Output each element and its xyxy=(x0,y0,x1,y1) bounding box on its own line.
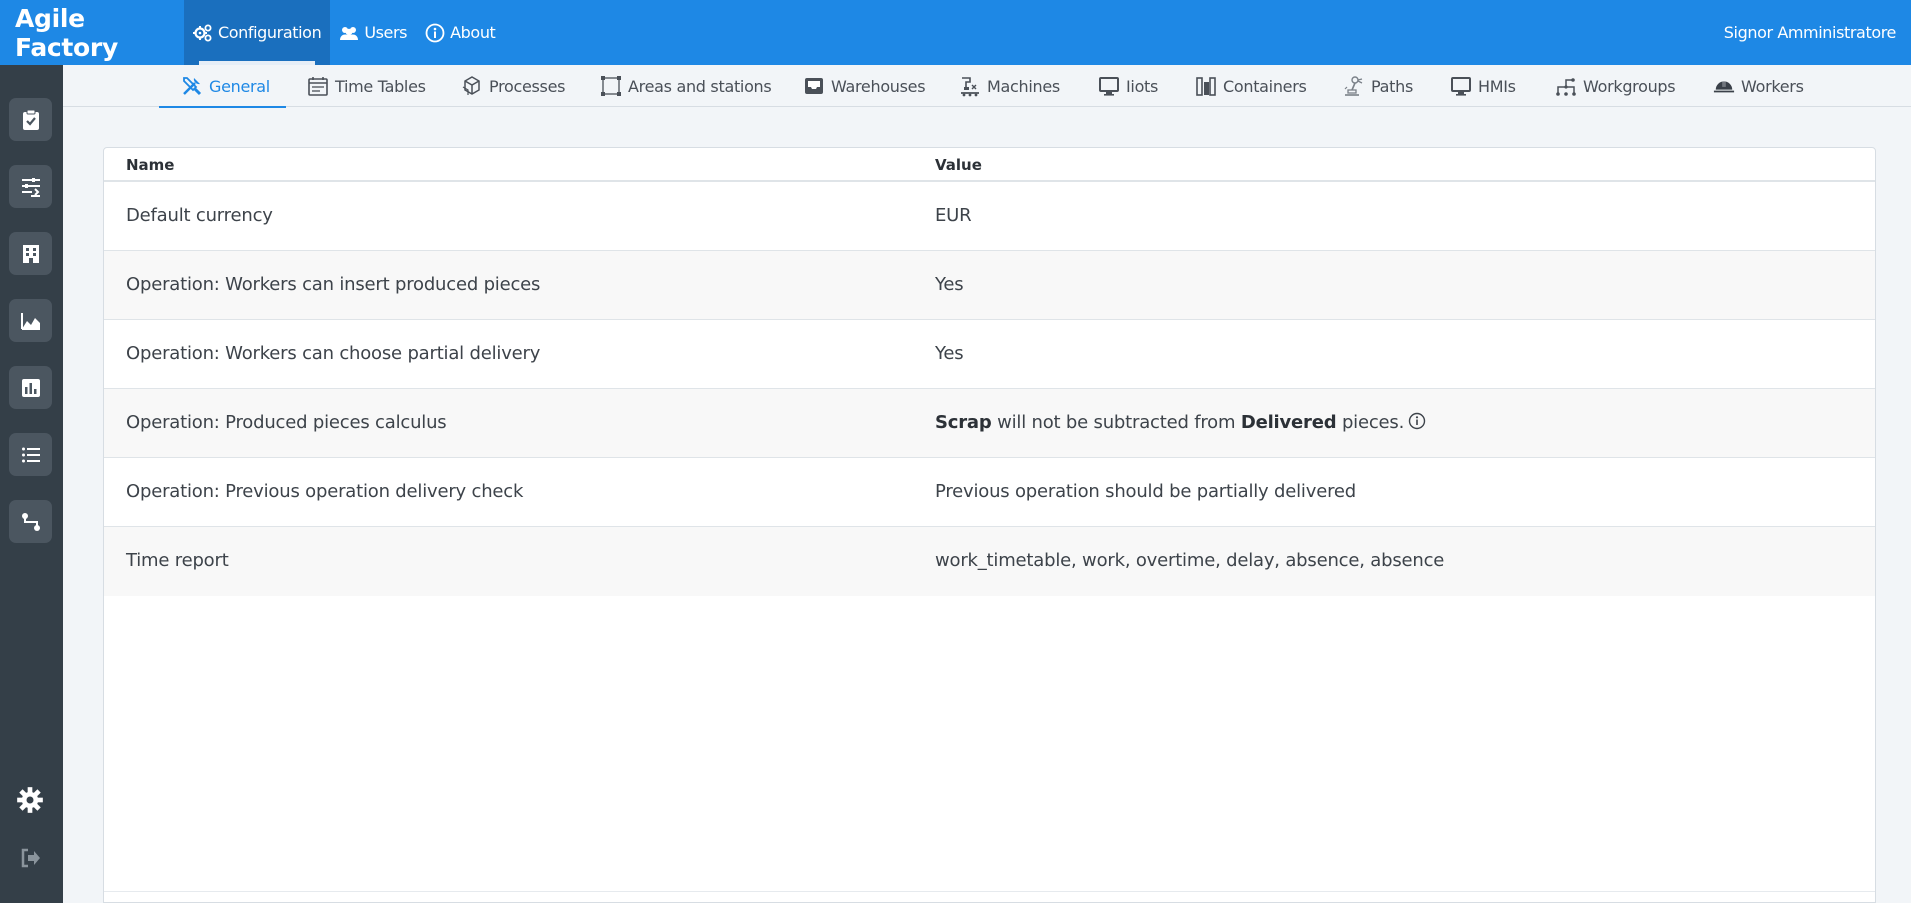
table-row[interactable]: Time report work_timetable, work, overti… xyxy=(104,527,1875,596)
tab-machines[interactable]: Machines xyxy=(959,65,1060,107)
sidebar-item-reports[interactable] xyxy=(9,366,52,409)
logout-icon xyxy=(21,848,40,868)
topnav-about-label: About xyxy=(450,23,496,42)
tab-general-label: General xyxy=(209,76,270,96)
tools-icon xyxy=(183,77,202,96)
row-value: Yes xyxy=(935,274,964,295)
tab-workers[interactable]: Workers xyxy=(1713,65,1804,107)
table-row[interactable]: Operation: Workers can insert produced p… xyxy=(104,251,1875,320)
sidebar-item-lists[interactable] xyxy=(9,433,52,476)
tab-paths-label: Paths xyxy=(1371,76,1413,96)
tab-warehouses-label: Warehouses xyxy=(831,76,926,96)
column-header-name[interactable]: Name xyxy=(126,156,174,174)
table-header: Name Value xyxy=(104,148,1875,182)
tab-time-tables-label: Time Tables xyxy=(335,76,426,96)
tab-areas-stations-label: Areas and stations xyxy=(628,76,772,96)
sidebar-settings[interactable] xyxy=(13,783,47,817)
tab-iiots-label: Iiots xyxy=(1126,76,1159,96)
top-bar: Agile Factory Configuration Users About … xyxy=(0,0,1911,65)
tab-iiots[interactable]: Iiots xyxy=(1098,65,1158,107)
tab-containers-label: Containers xyxy=(1223,76,1307,96)
route-icon xyxy=(21,512,40,531)
row-value: Yes xyxy=(935,343,964,364)
column-header-value[interactable]: Value xyxy=(935,156,982,174)
containers-icon xyxy=(1196,77,1216,96)
table-row[interactable]: Default currency EUR xyxy=(104,182,1875,251)
robot-arm-icon xyxy=(1344,76,1363,96)
row-name: Time report xyxy=(126,550,229,571)
tab-workgroups-label: Workgroups xyxy=(1583,76,1676,96)
row-value: EUR xyxy=(935,205,972,226)
row-name: Operation: Produced pieces calculus xyxy=(126,412,447,433)
tab-hmis[interactable]: HMIs xyxy=(1450,65,1516,107)
tab-processes[interactable]: Processes xyxy=(461,65,565,107)
tab-workers-label: Workers xyxy=(1741,76,1804,96)
row-name: Operation: Previous operation delivery c… xyxy=(126,481,524,502)
sidebar-item-warehouse[interactable] xyxy=(9,232,52,275)
machine-icon xyxy=(961,77,979,97)
monitor-icon xyxy=(1451,77,1471,96)
topnav-about[interactable]: About xyxy=(416,0,504,65)
sidebar-item-planning[interactable] xyxy=(9,165,52,208)
table-row[interactable]: Operation: Previous operation delivery c… xyxy=(104,458,1875,527)
inbox-icon xyxy=(805,78,823,94)
clipboard-check-icon xyxy=(22,109,39,130)
tab-warehouses[interactable]: Warehouses xyxy=(803,65,926,107)
sidebar xyxy=(0,65,63,903)
bar-chart-icon xyxy=(21,378,40,397)
sidebar-item-production[interactable] xyxy=(9,299,52,342)
tab-processes-label: Processes xyxy=(489,76,566,96)
tab-containers[interactable]: Containers xyxy=(1195,65,1307,107)
topnav-users[interactable]: Users xyxy=(330,0,416,65)
user-menu[interactable]: Signor Amministratore xyxy=(1724,23,1911,42)
users-icon xyxy=(340,26,359,40)
tab-hmis-label: HMIs xyxy=(1478,76,1516,96)
topnav-users-label: Users xyxy=(364,23,408,42)
gears-icon xyxy=(193,24,212,41)
info-icon xyxy=(425,23,445,42)
row-name: Default currency xyxy=(126,205,273,226)
info-icon[interactable] xyxy=(1408,412,1426,430)
scrap-term: Scrap xyxy=(935,412,992,433)
workgroup-icon xyxy=(1556,78,1576,96)
hardhat-icon xyxy=(1713,81,1735,93)
table-row[interactable]: Operation: Produced pieces calculus Scra… xyxy=(104,389,1875,458)
delivered-term: Delivered xyxy=(1240,412,1337,433)
building-icon xyxy=(22,244,39,263)
gear-icon xyxy=(17,787,43,813)
row-name: Operation: Workers can choose partial de… xyxy=(126,343,541,364)
topnav-configuration-label: Configuration xyxy=(218,23,322,42)
topnav-configuration[interactable]: Configuration xyxy=(184,0,331,65)
row-value: Previous operation should be partially d… xyxy=(935,481,1356,502)
tab-machines-label: Machines xyxy=(987,76,1060,96)
tab-areas-stations[interactable]: Areas and stations xyxy=(600,65,772,107)
value-text: pieces. xyxy=(1336,412,1405,433)
tab-workgroups[interactable]: Workgroups xyxy=(1555,65,1676,107)
area-chart-icon xyxy=(20,312,40,330)
app-title[interactable]: Agile Factory xyxy=(0,4,184,62)
sliders-icon xyxy=(21,177,40,197)
config-tabs: General Time Tables Processes Areas and … xyxy=(63,65,1911,108)
table-row[interactable]: Operation: Workers can choose partial de… xyxy=(104,320,1875,389)
row-value: work_timetable, work, overtime, delay, a… xyxy=(935,550,1445,571)
tab-time-tables[interactable]: Time Tables xyxy=(307,65,426,107)
cubes-icon xyxy=(462,76,480,95)
row-value: Scrap will not be subtracted from Delive… xyxy=(935,412,1426,433)
settings-table: Name Value Default currency EUR Operatio… xyxy=(103,147,1876,903)
tab-general[interactable]: General xyxy=(159,65,286,108)
monitor-icon xyxy=(1099,77,1119,96)
row-name: Operation: Workers can insert produced p… xyxy=(126,274,541,295)
list-icon xyxy=(21,447,40,462)
sidebar-item-routes[interactable] xyxy=(9,500,52,543)
calendar-icon xyxy=(308,77,328,96)
area-select-icon xyxy=(601,76,621,96)
sidebar-item-orders[interactable] xyxy=(9,98,52,141)
value-text: will not be subtracted from xyxy=(991,412,1241,433)
sidebar-logout[interactable] xyxy=(13,841,47,875)
top-nav: Configuration Users About xyxy=(184,0,504,65)
table-footer-divider xyxy=(104,891,1875,892)
tab-paths[interactable]: Paths xyxy=(1343,65,1413,107)
